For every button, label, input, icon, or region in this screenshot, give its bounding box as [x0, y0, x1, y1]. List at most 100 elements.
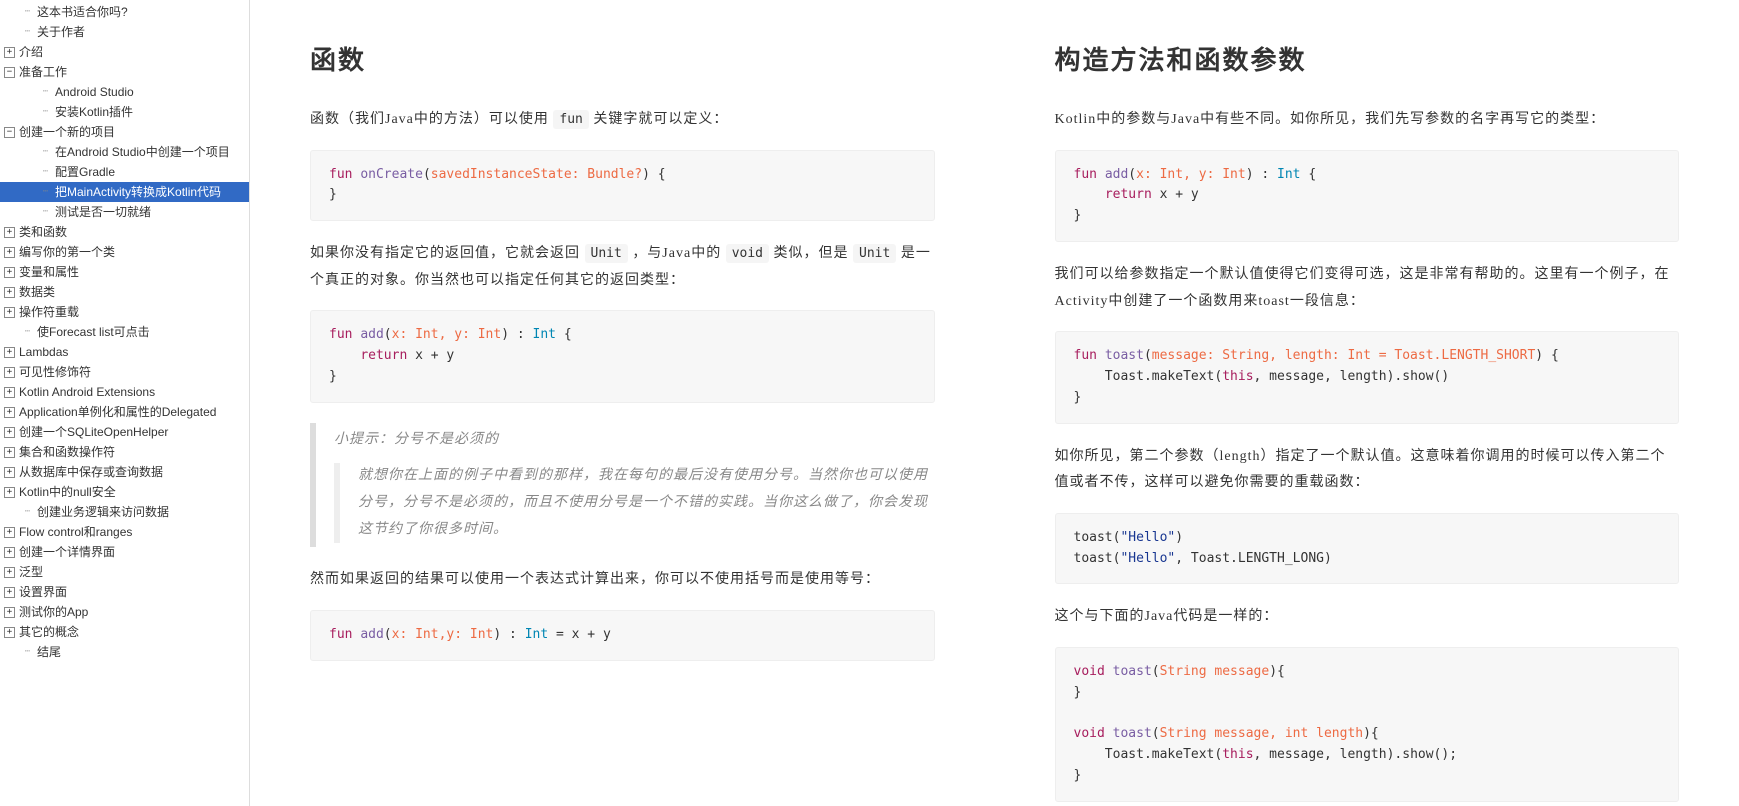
sidebar-item-20[interactable]: +Application单例化和属性的Delegated	[0, 402, 249, 422]
expand-icon[interactable]: +	[4, 307, 15, 318]
tip-body: 就想你在上面的例子中看到的那样，我在每句的最后没有使用分号。当然你也可以使用分号…	[358, 463, 935, 543]
sidebar-item-label: Flow control和ranges	[19, 523, 132, 541]
text: 如果你没有指定它的返回值，它就会返回	[310, 246, 585, 261]
tip-block: 小提示：分号不是必须的 就想你在上面的例子中看到的那样，我在每句的最后没有使用分…	[310, 423, 935, 547]
code-block: void toast(String message){ } void toast…	[1055, 647, 1680, 802]
sidebar-item-13[interactable]: + 变量和属性	[0, 262, 249, 282]
expand-icon[interactable]: +	[4, 467, 15, 478]
sidebar-item-label: 创建业务逻辑来访问数据	[37, 503, 169, 521]
expand-icon[interactable]: +	[4, 247, 15, 258]
right-page: 构造方法和函数参数 Kotlin中的参数与Java中有些不同。如你所见，我们先写…	[995, 0, 1739, 806]
sidebar-item-label: 编写你的第一个类	[19, 243, 115, 261]
sidebar-item-23[interactable]: +从数据库中保存或查询数据	[0, 462, 249, 482]
leaf-icon: ┄	[40, 187, 51, 198]
sidebar-item-5[interactable]: ┄安装Kotlin插件	[0, 102, 249, 122]
leaf-icon: ┄	[40, 147, 51, 158]
expand-icon[interactable]: +	[4, 47, 15, 58]
inline-code: Unit	[585, 244, 628, 263]
sidebar-item-18[interactable]: +可见性修饰符	[0, 362, 249, 382]
expand-icon[interactable]: +	[4, 567, 15, 578]
sidebar-item-32[interactable]: ┄结尾	[0, 642, 249, 662]
sidebar-item-9[interactable]: ┄把MainActivity转换成Kotlin代码	[0, 182, 249, 202]
sidebar-item-25[interactable]: ┄ 创建业务逻辑来访问数据	[0, 502, 249, 522]
collapse-icon[interactable]: −	[4, 67, 15, 78]
code-block: fun add(x: Int, y: Int) : Int { return x…	[1055, 150, 1680, 242]
expand-icon[interactable]: +	[4, 607, 15, 618]
expand-icon[interactable]: +	[4, 447, 15, 458]
expand-icon[interactable]: +	[4, 587, 15, 598]
leaf-icon: ┄	[22, 7, 33, 18]
paragraph: Kotlin中的参数与Java中有些不同。如你所见，我们先写参数的名字再写它的类…	[1055, 107, 1680, 134]
text: length	[1220, 449, 1261, 464]
sidebar-item-8[interactable]: ┄配置Gradle	[0, 162, 249, 182]
expand-icon[interactable]: +	[4, 347, 15, 358]
leaf-icon: ┄	[22, 327, 33, 338]
content-wrap: 函数 函数（我们Java中的方法）可以使用 fun 关键字就可以定义： fun …	[250, 0, 1739, 806]
expand-icon[interactable]: +	[4, 267, 15, 278]
sidebar-item-19[interactable]: + Kotlin Android Extensions	[0, 382, 249, 402]
expand-icon[interactable]: +	[4, 427, 15, 438]
expand-icon[interactable]: +	[4, 407, 15, 418]
text: 函数（我们Java中的方法）可以使用	[310, 112, 553, 127]
code-block: toast("Hello") toast("Hello", Toast.LENG…	[1055, 513, 1680, 585]
sidebar-item-22[interactable]: + 集合和函数操作符	[0, 442, 249, 462]
tip-title: 小提示：分号不是必须的	[334, 427, 935, 454]
sidebar-item-label: 泛型	[19, 563, 43, 581]
expand-icon[interactable]: +	[4, 527, 15, 538]
expand-icon[interactable]: +	[4, 227, 15, 238]
expand-icon[interactable]: +	[4, 287, 15, 298]
paragraph: 函数（我们Java中的方法）可以使用 fun 关键字就可以定义：	[310, 107, 935, 134]
sidebar-item-28[interactable]: + 泛型	[0, 562, 249, 582]
sidebar-item-label: 使Forecast list可点击	[37, 323, 150, 341]
sidebar-item-11[interactable]: +类和函数	[0, 222, 249, 242]
sidebar-item-17[interactable]: + Lambdas	[0, 342, 249, 362]
text: ，与Java中的	[628, 246, 726, 261]
expand-icon[interactable]: +	[4, 627, 15, 638]
sidebar-item-4[interactable]: ┄Android Studio	[0, 82, 249, 102]
sidebar-item-label: 安装Kotlin插件	[55, 103, 133, 121]
sidebar-item-16[interactable]: ┄ 使Forecast list可点击	[0, 322, 249, 342]
sidebar-item-label: Android Studio	[55, 83, 134, 101]
sidebar-item-label: 准备工作	[19, 63, 67, 81]
code-block: fun onCreate(savedInstanceState: Bundle?…	[310, 150, 935, 222]
sidebar-item-7[interactable]: ┄在Android Studio中创建一个项目	[0, 142, 249, 162]
collapse-icon[interactable]: −	[4, 127, 15, 138]
left-page: 函数 函数（我们Java中的方法）可以使用 fun 关键字就可以定义： fun …	[250, 0, 995, 806]
leaf-icon: ┄	[22, 507, 33, 518]
sidebar-item-15[interactable]: +操作符重载	[0, 302, 249, 322]
sidebar-item-10[interactable]: ┄测试是否一切就绪	[0, 202, 249, 222]
sidebar-item-6[interactable]: −创建一个新的项目	[0, 122, 249, 142]
paragraph: 我们可以给参数指定一个默认值使得它们变得可选，这是非常有帮助的。这里有一个例子，…	[1055, 262, 1680, 315]
expand-icon[interactable]: +	[4, 367, 15, 378]
code-block: fun add(x: Int, y: Int) : Int { return x…	[310, 310, 935, 402]
sidebar-item-30[interactable]: + 测试你的App	[0, 602, 249, 622]
sidebar-item-12[interactable]: + 编写你的第一个类	[0, 242, 249, 262]
sidebar-item-label: 集合和函数操作符	[19, 443, 115, 461]
sidebar-item-label: 变量和属性	[19, 263, 79, 281]
code-block: fun toast(message: String, length: Int =…	[1055, 331, 1680, 423]
sidebar-item-0[interactable]: ┄这本书适合你吗?	[0, 2, 249, 22]
sidebar-item-21[interactable]: +创建一个SQLiteOpenHelper	[0, 422, 249, 442]
expand-icon[interactable]: +	[4, 387, 15, 398]
sidebar-item-label: 数据类	[19, 283, 55, 301]
sidebar-item-27[interactable]: +创建一个详情界面	[0, 542, 249, 562]
leaf-icon: ┄	[40, 167, 51, 178]
sidebar-item-3[interactable]: −准备工作	[0, 62, 249, 82]
sidebar-item-label: Kotlin Android Extensions	[19, 383, 155, 401]
sidebar-item-label: 测试你的App	[19, 603, 88, 621]
sidebar-item-26[interactable]: + Flow control和ranges	[0, 522, 249, 542]
inline-code: void	[726, 244, 769, 263]
sidebar-item-1[interactable]: ┄关于作者	[0, 22, 249, 42]
paragraph: 如果你没有指定它的返回值，它就会返回 Unit ，与Java中的 void 类似…	[310, 241, 935, 294]
sidebar-item-label: 设置界面	[19, 583, 67, 601]
sidebar-item-label: Lambdas	[19, 343, 68, 361]
page-title: 构造方法和函数参数	[1055, 40, 1680, 77]
expand-icon[interactable]: +	[4, 547, 15, 558]
sidebar-item-29[interactable]: + 设置界面	[0, 582, 249, 602]
sidebar-item-31[interactable]: +其它的概念	[0, 622, 249, 642]
sidebar-item-label: 介绍	[19, 43, 43, 61]
sidebar-item-2[interactable]: + 介绍	[0, 42, 249, 62]
expand-icon[interactable]: +	[4, 487, 15, 498]
sidebar-item-14[interactable]: + 数据类	[0, 282, 249, 302]
sidebar-item-24[interactable]: +Kotlin中的null安全	[0, 482, 249, 502]
